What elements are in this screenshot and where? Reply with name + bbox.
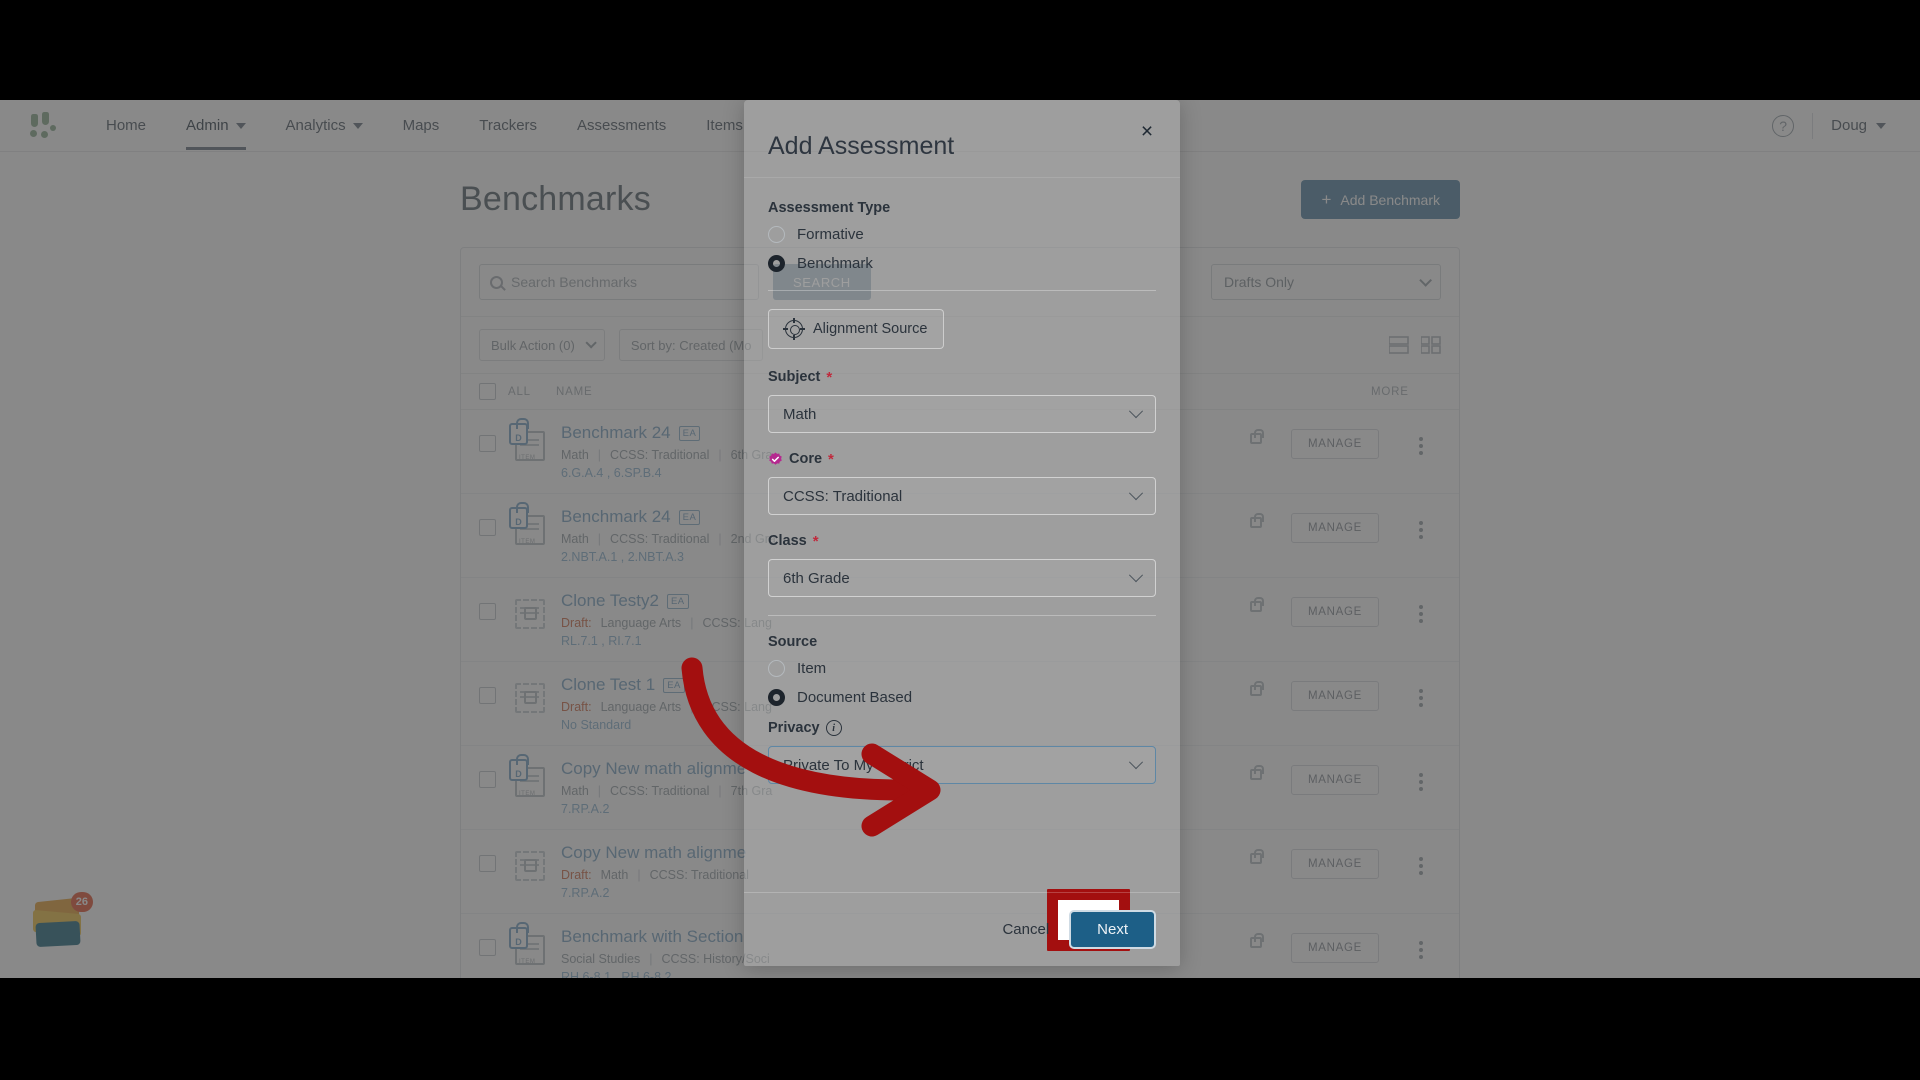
subject-value: Math [783, 405, 817, 423]
class-select[interactable]: 6th Grade [768, 559, 1156, 597]
radio-document-based[interactable]: Document Based [768, 689, 1156, 706]
radio-icon-selected[interactable] [768, 689, 785, 706]
source-label-text: Source [768, 634, 818, 650]
class-label: Class * [768, 533, 1156, 549]
radio-icon[interactable] [768, 226, 785, 243]
core-label-text: Core [789, 451, 823, 467]
privacy-select[interactable]: Private To My District [768, 746, 1156, 784]
subject-select[interactable]: Math [768, 395, 1156, 433]
next-button[interactable]: Next [1069, 910, 1156, 949]
radio-label: Item [797, 660, 827, 677]
radio-formative[interactable]: Formative [768, 226, 1156, 243]
modal-footer: Cancel Next [744, 889, 1180, 966]
radio-label: Benchmark [797, 255, 873, 272]
core-label: Core * [768, 451, 1156, 467]
radio-item[interactable]: Item [768, 660, 1156, 677]
required-asterisk: * [828, 450, 834, 468]
add-assessment-modal: Add Assessment × Assessment Type Formati… [744, 100, 1180, 966]
section-divider [768, 615, 1156, 616]
class-label-text: Class [768, 533, 807, 549]
subject-label: Subject * [768, 369, 1156, 385]
core-select[interactable]: CCSS: Traditional [768, 477, 1156, 515]
modal-body: Assessment Type Formative Benchmark Alig… [744, 178, 1180, 892]
privacy-label: Privacy i [768, 720, 1156, 736]
letterbox-bottom [0, 978, 1920, 1080]
chevron-down-icon [1128, 404, 1144, 419]
alignment-source-button[interactable]: Alignment Source [768, 309, 945, 349]
source-label: Source [768, 634, 1156, 650]
cancel-button[interactable]: Cancel [988, 911, 1063, 948]
class-value: 6th Grade [783, 569, 850, 587]
required-asterisk: * [812, 532, 819, 550]
radio-benchmark[interactable]: Benchmark [768, 255, 1156, 272]
class-field: Class * 6th Grade [768, 533, 1156, 597]
radio-label: Formative [797, 226, 864, 243]
assessment-type-text: Assessment Type [768, 200, 891, 216]
core-value: CCSS: Traditional [783, 487, 903, 505]
subject-field: Subject * Math [768, 369, 1156, 433]
chevron-down-icon [1128, 755, 1144, 770]
chevron-down-icon [1128, 486, 1144, 501]
letterbox-top [0, 0, 1920, 100]
target-icon [783, 318, 805, 340]
modal-title: Add Assessment [768, 132, 955, 160]
required-asterisk: * [826, 368, 833, 386]
close-icon[interactable]: × [1134, 118, 1160, 144]
verified-badge-icon [768, 451, 783, 467]
info-icon[interactable]: i [825, 720, 842, 736]
privacy-field: Privacy i Private To My District [768, 720, 1156, 784]
radio-icon-selected[interactable] [768, 255, 785, 272]
radio-icon[interactable] [768, 660, 785, 677]
privacy-label-text: Privacy [768, 720, 820, 736]
core-field: Core * CCSS: Traditional [768, 451, 1156, 515]
alignment-source-label: Alignment Source [813, 321, 928, 337]
radio-label: Document Based [797, 689, 913, 706]
privacy-value: Private To My District [783, 756, 924, 774]
next-button-wrapper: Next [1047, 889, 1156, 951]
assessment-type-label: Assessment Type [768, 200, 1156, 216]
chevron-down-icon [1128, 568, 1144, 583]
modal-header: Add Assessment × [744, 100, 1180, 178]
section-divider [768, 290, 1156, 291]
subject-label-text: Subject [768, 369, 821, 385]
